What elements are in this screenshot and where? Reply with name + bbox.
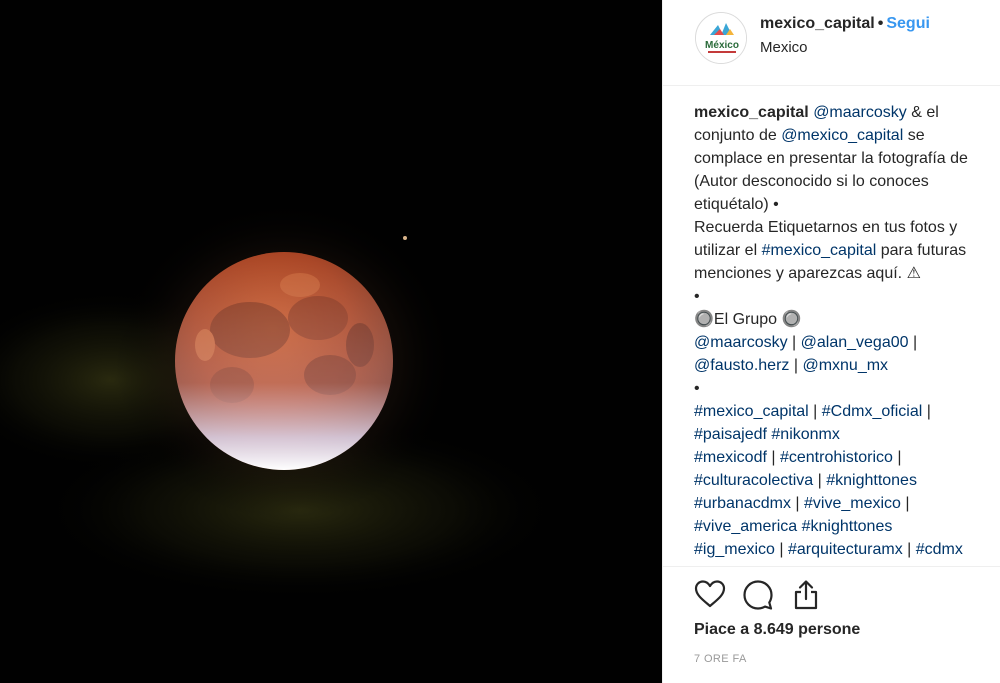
- caption-text: conjunto de: [694, 127, 782, 144]
- caption-text: |: [922, 403, 931, 420]
- hashtag-link[interactable]: #vive_america: [694, 518, 797, 535]
- hashtag-link[interactable]: #mexicodf: [694, 449, 767, 466]
- caption-text: |: [902, 541, 916, 558]
- lunar-eclipse-photo: [0, 0, 662, 683]
- caption-text: & el: [906, 104, 939, 121]
- caption-text: 🔘El Grupo 🔘: [694, 311, 802, 328]
- caption-line: menciones y aparezcas aquí. ⚠: [694, 262, 1000, 285]
- caption-text: |: [892, 449, 902, 466]
- likes-count[interactable]: Piace a 8.649 persone: [694, 621, 860, 639]
- hashtag-link[interactable]: #Cdmx_oficial: [822, 403, 922, 420]
- caption-text: utilizar el: [694, 242, 762, 259]
- hashtag-link[interactable]: #centrohistorico: [780, 449, 893, 466]
- caption-line: 🔘El Grupo 🔘: [694, 308, 1000, 331]
- heart-icon[interactable]: [693, 578, 727, 612]
- hashtag-link[interactable]: #mexico_capital: [762, 242, 877, 259]
- caption-line: #urbanacdmx | #vive_mexico |: [694, 492, 1000, 515]
- caption-text: |: [787, 334, 801, 351]
- header-user-line: mexico_capital • Segui: [760, 15, 930, 33]
- hashtag-link[interactable]: #knighttones: [802, 518, 893, 535]
- mexico-logo-icon: México: [696, 13, 746, 63]
- caption-line: conjunto de @mexico_capital se: [694, 124, 1000, 147]
- hashtag-link[interactable]: #nikonmx: [771, 426, 839, 443]
- share-icon[interactable]: [789, 578, 823, 612]
- caption-line: mexico_capital @maarcosky & el: [694, 101, 1000, 124]
- caption-text: |: [826, 564, 839, 565]
- caption-text: se: [903, 127, 925, 144]
- hashtag-link[interactable]: #mexico_capital: [694, 403, 809, 420]
- caption-text: |: [813, 472, 827, 489]
- hashtag-link[interactable]: #vivadosdemexico: [694, 564, 826, 565]
- hashtag-link[interactable]: #ig_mexico: [694, 541, 775, 558]
- caption-line: complace en presentar la fotografía de: [694, 147, 1000, 170]
- caption-line: #paisajedf #nikonmx: [694, 423, 1000, 446]
- hashtag-link[interactable]: #culturacolectiva: [694, 472, 813, 489]
- caption-text: |: [789, 357, 803, 374]
- avatar[interactable]: México: [695, 12, 747, 64]
- caption-text: |: [808, 403, 822, 420]
- mention-link[interactable]: @mxnu_mx: [802, 357, 888, 374]
- caption-line: @maarcosky | @alan_vega00 |: [694, 331, 1000, 354]
- caption-text: menciones y aparezcas aquí. ⚠: [694, 265, 921, 282]
- hashtag-link[interactable]: #ig_mexico: [839, 564, 920, 565]
- mention-link[interactable]: @mexico_capital: [781, 127, 903, 144]
- comment-icon[interactable]: [741, 578, 775, 612]
- follow-button[interactable]: Segui: [886, 15, 930, 32]
- caption-text: •: [694, 380, 700, 397]
- post-header: México mexico_capital • Segui Mexico: [663, 0, 1000, 86]
- username-link[interactable]: mexico_capital: [760, 15, 875, 32]
- hashtag-link[interactable]: #knighttones: [826, 472, 917, 489]
- hashtag-link[interactable]: #cdmx: [916, 541, 963, 558]
- action-bar: [693, 578, 823, 612]
- caption-line: •: [694, 377, 1000, 400]
- mention-link[interactable]: @fausto.herz: [694, 357, 789, 374]
- caption-username-link[interactable]: mexico_capital: [694, 104, 809, 121]
- caption-text: etiquétalo) •: [694, 196, 779, 213]
- hashtag-link[interactable]: #paisajedf: [694, 426, 767, 443]
- mention-link[interactable]: @alan_vega00: [801, 334, 909, 351]
- caption-line: Recuerda Etiquetarnos en tus fotos y: [694, 216, 1000, 239]
- caption: mexico_capital @maarcosky & el conjunto d…: [694, 101, 1000, 565]
- caption-text: (Autor desconocido si lo conoces: [694, 173, 929, 190]
- svg-text:México: México: [705, 40, 739, 51]
- caption-text: Recuerda Etiquetarnos en tus fotos y: [694, 219, 958, 236]
- hashtag-link[interactable]: #urbanacdmx: [694, 495, 791, 512]
- hashtag-link[interactable]: #vive_mexico: [804, 495, 901, 512]
- caption-text: |: [900, 495, 910, 512]
- caption-line: @fausto.herz | @mxnu_mx: [694, 354, 1000, 377]
- caption-line: etiquétalo) •: [694, 193, 1000, 216]
- caption-line: #mexicodf | #centrohistorico |: [694, 446, 1000, 469]
- caption-text: complace en presentar la fotografía de: [694, 150, 968, 167]
- caption-line: #ig_mexico | #arquitecturamx | #cdmx: [694, 538, 1000, 561]
- separator-dot: •: [877, 15, 884, 32]
- caption-line: •: [694, 285, 1000, 308]
- hashtag-link[interactable]: #arquitecturamx: [788, 541, 903, 558]
- caption-line: utilizar el #mexico_capital para futuras: [694, 239, 1000, 262]
- caption-text: para futuras: [876, 242, 967, 259]
- post-panel: México mexico_capital • Segui Mexico mexic…: [662, 0, 1000, 683]
- mention-link[interactable]: @maarcosky: [813, 104, 907, 121]
- post-timestamp[interactable]: 7 ORE FA: [694, 653, 747, 665]
- caption-text: |: [774, 541, 788, 558]
- caption-text: |: [908, 334, 918, 351]
- caption-line: (Autor desconocido si lo conoces: [694, 170, 1000, 193]
- caption-text: •: [694, 288, 700, 305]
- caption-line: #mexico_capital | #Cdmx_oficial |: [694, 400, 1000, 423]
- mention-link[interactable]: @maarcosky: [694, 334, 788, 351]
- caption-text: |: [790, 495, 804, 512]
- caption-line: #vivadosdemexico | #ig_mexico: [694, 561, 1000, 565]
- post-photo[interactable]: [0, 0, 662, 683]
- caption-line: #culturacolectiva | #knighttones: [694, 469, 1000, 492]
- caption-line: #vive_america #knighttones: [694, 515, 1000, 538]
- divider: [663, 566, 1000, 567]
- location-link[interactable]: Mexico: [760, 39, 808, 56]
- caption-text: |: [766, 449, 780, 466]
